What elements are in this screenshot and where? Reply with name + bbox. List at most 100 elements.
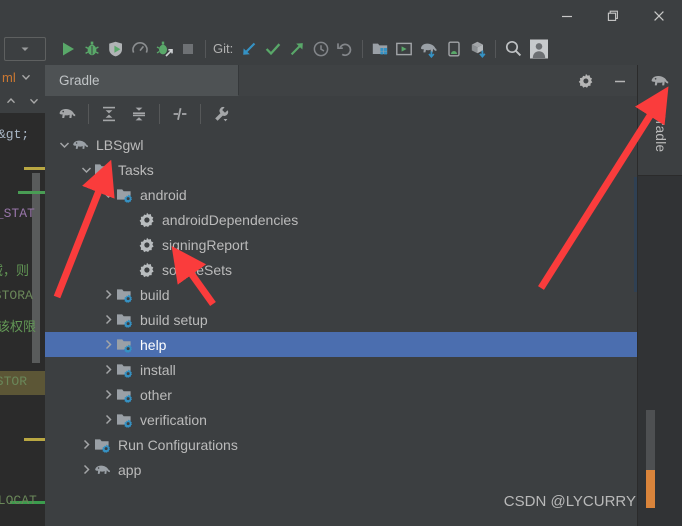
code-line: 请该权限 <box>0 320 37 335</box>
tree-expand-arrow-right-icon[interactable] <box>101 357 115 382</box>
gear-icon <box>578 73 593 88</box>
tree-row-androiddependencies[interactable]: androidDependencies <box>45 207 637 232</box>
chevron-down-icon[interactable] <box>28 95 40 107</box>
tree-row-help[interactable]: help <box>45 332 637 357</box>
minimize-icon[interactable] <box>544 0 590 32</box>
folder-blocks-icon <box>373 43 388 54</box>
git-history-button[interactable] <box>309 32 333 65</box>
tree-row-label: Run Configurations <box>118 436 238 453</box>
account-button[interactable] <box>526 32 552 65</box>
module-selector-dropdown[interactable] <box>4 36 46 61</box>
tree-row-install[interactable]: install <box>45 357 637 382</box>
editor-breadcrumb-row <box>0 89 45 113</box>
search-icon <box>506 40 522 57</box>
hide-button[interactable] <box>603 65 637 96</box>
collapse-all-button[interactable] <box>124 100 154 128</box>
attach-debugger-button[interactable] <box>152 32 176 65</box>
tree-expand-arrow-right-icon[interactable] <box>101 407 115 432</box>
tree-expand-arrow-right-icon[interactable] <box>101 382 115 407</box>
tree-rows: LBSgwl Tasks android androidDependencies sig… <box>45 132 637 482</box>
tree-expand-arrow-right-icon[interactable] <box>101 282 115 307</box>
debug-button[interactable] <box>80 32 104 65</box>
tree-row-verification[interactable]: verification <box>45 407 637 432</box>
tree-row-label: install <box>140 361 176 378</box>
elephant-sync-icon <box>421 43 437 58</box>
tree-expand-arrow-right-icon[interactable] <box>101 307 115 332</box>
code-line: _STOR <box>0 374 28 389</box>
toolbar-separator <box>495 39 497 58</box>
device-file-explorer-button[interactable] <box>442 32 466 65</box>
chevron-up-icon[interactable] <box>5 95 17 107</box>
tree-expand-arrow-right-icon[interactable] <box>79 457 93 482</box>
tree-row-label: other <box>140 386 172 403</box>
folder-gear-icon <box>115 307 135 332</box>
avd-manager-button[interactable] <box>392 32 416 65</box>
stop-button[interactable] <box>176 32 200 65</box>
tree-row-signingreport[interactable]: signingReport <box>45 232 637 257</box>
gradle-task-tree[interactable]: LBSgwl Tasks android androidDependencies sig… <box>45 132 637 526</box>
code-line: _STORA <box>0 288 33 303</box>
tree-row-lbsgwl[interactable]: LBSgwl <box>45 132 637 157</box>
folder-gear-icon <box>115 382 135 407</box>
folder-gear-icon <box>115 357 135 382</box>
run-icon <box>63 42 74 55</box>
sync-gradle-button[interactable] <box>416 32 442 65</box>
git-update-button[interactable] <box>237 32 261 65</box>
git-commit-button[interactable] <box>261 32 285 65</box>
gradle-tool-button[interactable]: Gradle <box>638 65 682 176</box>
cube-download-icon <box>472 41 486 58</box>
gear-icon <box>137 207 157 232</box>
profiler-button[interactable] <box>128 32 152 65</box>
restore-icon[interactable] <box>590 0 636 32</box>
expand-all-button[interactable] <box>94 100 124 128</box>
folder-gear-icon <box>115 182 135 207</box>
git-revert-button[interactable] <box>333 32 357 65</box>
tree-expand-arrow-down-icon[interactable] <box>101 182 115 207</box>
layout-inspector-button[interactable] <box>466 32 490 65</box>
chevron-down-icon[interactable] <box>20 71 32 83</box>
tree-arrow-spacer <box>123 232 137 257</box>
tree-row-run-configurations[interactable]: Run Configurations <box>45 432 637 457</box>
tree-row-tasks[interactable]: Tasks <box>45 157 637 182</box>
tree-row-label: build <box>140 286 170 303</box>
folder-gear-icon <box>93 157 113 182</box>
tree-row-android[interactable]: android <box>45 182 637 207</box>
tree-expand-arrow-down-icon[interactable] <box>57 132 71 157</box>
tree-row-build-setup[interactable]: build setup <box>45 307 637 332</box>
editor-left-edge: ml &gt; X_STAT 域，则 _STORA 请该权限 _ <box>0 65 45 526</box>
tree-row-other[interactable]: other <box>45 382 637 407</box>
editor-marker-yellow <box>24 438 45 441</box>
tree-expand-arrow-right-icon[interactable] <box>79 432 93 457</box>
tree-row-label: android <box>140 186 187 203</box>
gradle-tool-window: Gradle LBSgwl Tasks android androidDepen… <box>45 65 645 526</box>
toggle-offline-mode-button[interactable] <box>165 100 195 128</box>
gradle-window-header: Gradle <box>45 65 637 97</box>
folder-gear-icon <box>93 432 113 457</box>
code-line: X_STAT <box>0 206 35 221</box>
tree-expand-arrow-down-icon[interactable] <box>79 157 93 182</box>
settings-button[interactable] <box>569 65 603 96</box>
gradle-settings-button[interactable] <box>206 100 236 128</box>
git-push-button[interactable] <box>285 32 309 65</box>
run-with-coverage-button[interactable] <box>104 32 128 65</box>
search-everywhere-button[interactable] <box>501 32 526 65</box>
user-avatar-icon <box>530 39 549 58</box>
gradle-tab[interactable]: Gradle <box>45 65 239 96</box>
tree-row-sourcesets[interactable]: sourceSets <box>45 257 637 282</box>
gear-icon <box>137 257 157 282</box>
tree-row-app[interactable]: app <box>45 457 637 482</box>
shield-run-icon <box>109 41 122 56</box>
undo-icon <box>337 42 352 56</box>
editor-tab[interactable]: ml <box>0 65 45 89</box>
tree-row-label: help <box>140 336 167 353</box>
stop-square-icon <box>183 43 193 54</box>
run-button[interactable] <box>56 32 80 65</box>
tree-expand-arrow-right-icon[interactable] <box>101 332 115 357</box>
editor-minimap-scrollbar[interactable] <box>646 410 655 470</box>
wrench-icon <box>215 106 229 122</box>
sdk-manager-button[interactable] <box>368 32 392 65</box>
tree-row-build[interactable]: build <box>45 282 637 307</box>
reload-gradle-project-button[interactable] <box>53 100 83 128</box>
debug-bug-icon <box>85 41 99 55</box>
close-icon[interactable] <box>636 0 682 32</box>
